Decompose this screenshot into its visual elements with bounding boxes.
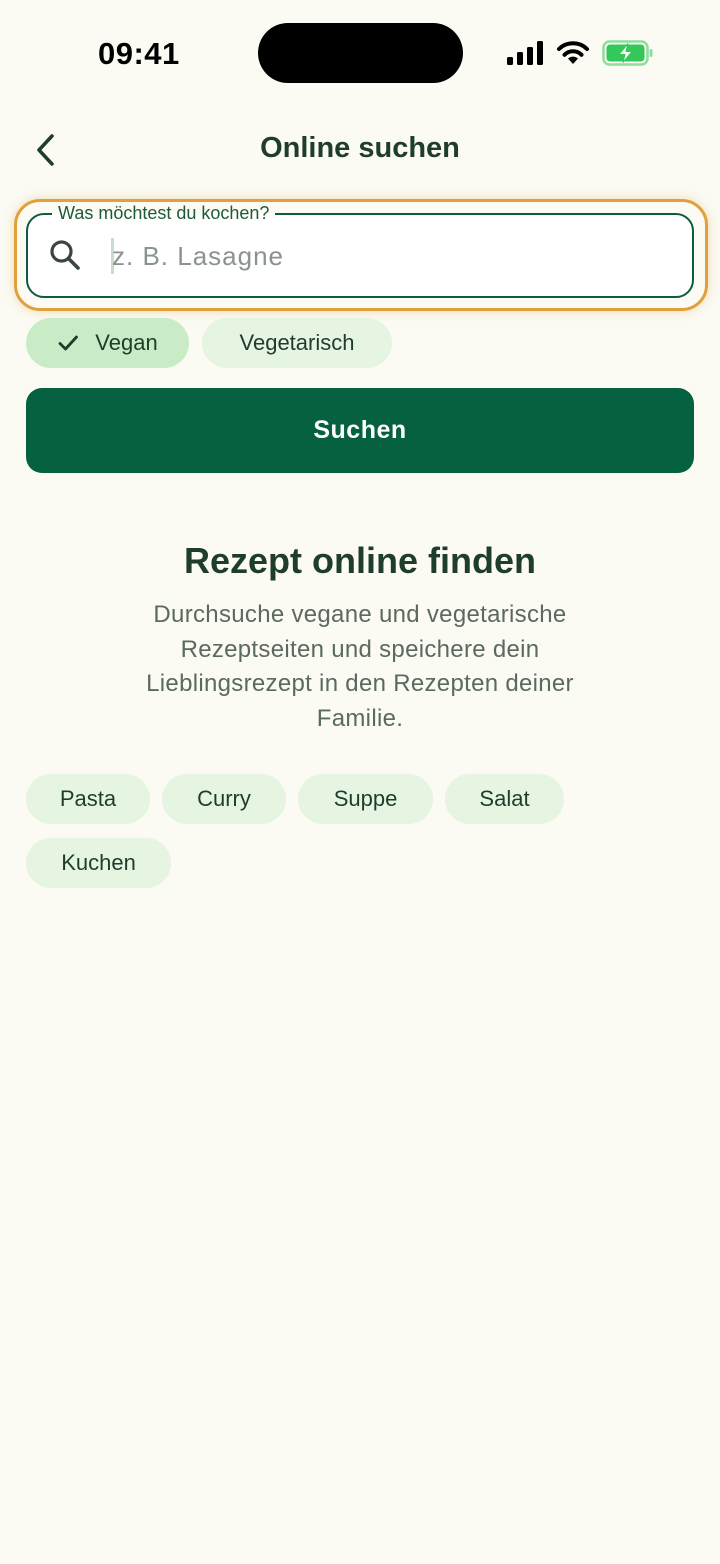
search-icon xyxy=(50,240,80,270)
suggestion-chip-salat[interactable]: Salat xyxy=(445,774,564,824)
filter-chip-vegetarisch[interactable]: Vegetarisch xyxy=(202,318,392,368)
wifi-icon xyxy=(557,41,589,64)
suggestion-chip-pasta[interactable]: Pasta xyxy=(26,774,150,824)
check-icon xyxy=(58,335,79,351)
page-title: Online suchen xyxy=(260,132,460,164)
status-bar: 09:41 xyxy=(0,0,720,104)
suggestion-chip-curry[interactable]: Curry xyxy=(162,774,286,824)
cellular-signal-icon xyxy=(507,41,543,65)
battery-charging-icon xyxy=(602,40,653,66)
search-label: Was möchtest du kochen? xyxy=(52,203,276,224)
dynamic-island xyxy=(258,23,463,83)
suggestion-chip-label: Salat xyxy=(479,786,530,811)
header: Online suchen xyxy=(0,104,720,194)
filter-chip-label: Vegan xyxy=(95,330,158,355)
suggestion-chip-label: Curry xyxy=(197,786,251,811)
search-button[interactable]: Suchen xyxy=(26,388,694,473)
empty-state-title: Rezept online finden xyxy=(183,540,536,581)
suggestion-chip-label: Pasta xyxy=(59,786,117,811)
filter-chip-vegan[interactable]: Vegan xyxy=(26,318,189,368)
screen: 09:41 Online suchen Was möchtest du koch… xyxy=(0,0,720,1564)
filter-chip-label: Vegetarisch xyxy=(239,330,355,355)
suggestion-chip-suppe[interactable]: Suppe xyxy=(298,774,433,824)
search-input[interactable] xyxy=(112,236,672,276)
suggestion-chip-label: Suppe xyxy=(333,786,398,811)
empty-state-description: Durchsuche vegane und vegetarische Rezep… xyxy=(146,601,574,732)
suggestion-chip-label: Kuchen xyxy=(61,850,136,875)
suggestion-chip-kuchen[interactable]: Kuchen xyxy=(26,838,171,888)
status-time: 09:41 xyxy=(98,36,180,71)
status-icons xyxy=(506,38,654,68)
